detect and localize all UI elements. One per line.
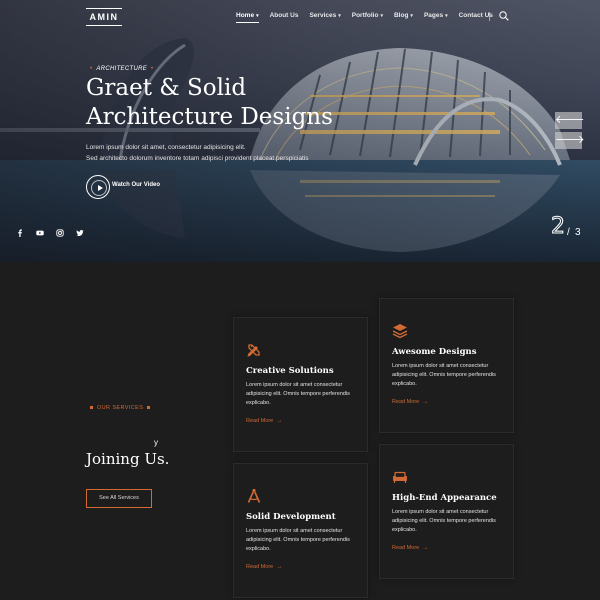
search-icon[interactable] <box>499 11 509 21</box>
instagram-icon[interactable] <box>56 229 64 237</box>
slider-prev-button[interactable]: 🡐 <box>555 112 585 129</box>
read-more-link[interactable]: Read More → <box>246 418 282 424</box>
service-card-description: Lorem ipsum dolor sit amet consectetur a… <box>392 509 496 534</box>
layers-icon <box>392 324 408 339</box>
read-more-link[interactable]: Read More → <box>392 399 428 405</box>
chevron-down-icon: ▾ <box>445 13 448 19</box>
nav-item-contact-us[interactable]: Contact Us <box>459 12 493 19</box>
service-card-high-end-appearance[interactable]: High-End Appearance Lorem ipsum dolor si… <box>379 444 514 579</box>
hero-section: AMIN Home ▾ About Us Services ▾ Portfolio ▾… <box>0 0 600 262</box>
play-video-button[interactable] <box>86 175 110 199</box>
nav-item-blog[interactable]: Blog ▾ <box>394 12 413 19</box>
slide-separator: / <box>567 227 570 238</box>
service-card-creative-solutions[interactable]: Creative Solutions Lorem ipsum dolor sit… <box>233 317 368 452</box>
hero-eyebrow: • ARCHITECTURE • <box>90 66 154 72</box>
main-menu: Home ▾ About Us Services ▾ Portfolio ▾ Blog… <box>236 12 504 23</box>
arrow-left-icon: 🡐 <box>555 114 585 126</box>
slide-total-number: 3 <box>575 227 581 238</box>
chevron-down-icon: ▾ <box>338 13 341 19</box>
arrow-right-icon: → <box>422 545 429 551</box>
top-navbar: AMIN Home ▾ About Us Services ▾ Portfolio ▾… <box>0 0 600 34</box>
arrow-right-icon: → <box>422 399 429 405</box>
chevron-down-icon: ▾ <box>410 13 413 19</box>
sofa-icon <box>393 471 407 483</box>
youtube-icon[interactable] <box>36 229 44 237</box>
service-card-description: Lorem ipsum dolor sit amet consectetur a… <box>246 528 350 553</box>
service-card-awesome-designs[interactable]: Awesome Designs Lorem ipsum dolor sit am… <box>379 298 514 433</box>
arrow-right-icon: 🡒 <box>555 134 585 146</box>
nav-item-home[interactable]: Home ▾ <box>236 12 259 23</box>
chevron-down-icon: ▾ <box>256 13 259 19</box>
service-card-description: Lorem ipsum dolor sit amet consectetur a… <box>246 382 350 407</box>
services-eyebrow: OUR SERVICES <box>86 405 154 411</box>
site-logo[interactable]: AMIN <box>86 8 122 26</box>
hero-subtitle: Lorem ipsum dolor sit amet, consectetur … <box>86 142 309 164</box>
nav-item-about-us[interactable]: About Us <box>270 12 299 19</box>
facebook-icon[interactable] <box>16 229 24 237</box>
service-card-title: Solid Development <box>246 512 336 522</box>
chevron-down-icon: ▾ <box>380 13 383 19</box>
arrow-right-icon: → <box>276 564 283 570</box>
play-icon <box>91 180 107 196</box>
social-links <box>16 229 84 237</box>
slide-current-number: 2 <box>551 214 566 240</box>
service-card-title: Awesome Designs <box>392 347 477 357</box>
services-heading-fragment: y <box>154 438 158 447</box>
service-card-solid-development[interactable]: Solid Development Lorem ipsum dolor sit … <box>233 463 368 598</box>
see-all-services-button[interactable]: See All Services <box>86 489 152 508</box>
watch-video-link[interactable]: Watch Our Video <box>112 182 160 188</box>
compass-icon <box>247 488 261 503</box>
service-card-title: Creative Solutions <box>246 366 334 376</box>
service-card-title: High-End Appearance <box>392 493 497 503</box>
hero-title: Graet & Solid Architecture Designs <box>86 74 416 132</box>
nav-item-services[interactable]: Services ▾ <box>309 12 340 19</box>
read-more-link[interactable]: Read More → <box>392 545 428 551</box>
nav-item-pages[interactable]: Pages ▾ <box>424 12 448 19</box>
hero-subtitle-line-1: Lorem ipsum dolor sit amet, consectetur … <box>86 144 246 151</box>
nav-item-portfolio[interactable]: Portfolio ▾ <box>352 12 383 19</box>
pencil-ruler-icon <box>247 344 260 357</box>
hero-title-line-1: Graet & Solid <box>86 75 247 101</box>
read-more-link[interactable]: Read More → <box>246 564 282 570</box>
hero-subtitle-line-2: Sed architecto dolorum inventore totam a… <box>86 155 309 162</box>
arrow-right-icon: → <box>276 418 283 424</box>
services-heading: Joining Us. <box>86 450 170 468</box>
nav-divider <box>489 12 490 21</box>
twitter-icon[interactable] <box>76 229 84 237</box>
service-card-description: Lorem ipsum dolor sit amet consectetur a… <box>392 363 496 388</box>
slider-next-button[interactable]: 🡒 <box>555 132 585 149</box>
hero-title-line-2: Architecture Designs <box>86 104 333 130</box>
